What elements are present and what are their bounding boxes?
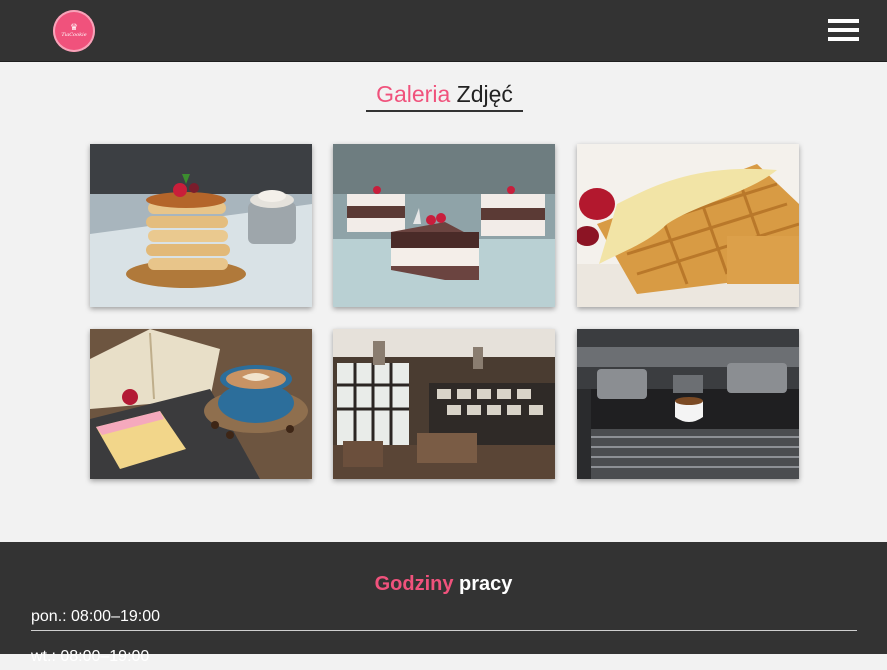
crown-icon: ♛ — [69, 22, 79, 32]
hours-row-monday: pon.: 08:00–19:00 — [31, 608, 857, 631]
gallery-section: Galeria Zdjęć — [0, 62, 887, 542]
gallery-title: Galeria Zdjęć — [366, 79, 523, 112]
logo[interactable]: ♛ TiaCookie — [53, 10, 95, 52]
gallery-image-waffles[interactable] — [577, 144, 799, 307]
gallery-image-cheesecake-coffee[interactable] — [90, 329, 312, 479]
gallery-image-pancakes[interactable] — [90, 144, 312, 307]
top-navbar: ♛ TiaCookie — [0, 0, 887, 62]
hours-row-tuesday: wt.: 08:00–19:00 — [31, 648, 150, 665]
opening-hours-title: Godziny pracy — [0, 573, 887, 596]
opening-hours-footer: Godziny pracy pon.: 08:00–19:00 wt.: 08:… — [0, 542, 887, 665]
logo-text: TiaCookie — [61, 32, 87, 38]
gallery-title-rest: Zdjęć — [456, 81, 513, 107]
hamburger-icon — [828, 28, 859, 32]
gallery-title-accent: Galeria — [376, 81, 451, 107]
hamburger-menu-button[interactable] — [828, 19, 859, 41]
hamburger-icon — [828, 19, 859, 23]
hamburger-icon — [828, 37, 859, 41]
gallery-image-cafe-interior[interactable] — [333, 329, 555, 479]
opening-hours-title-accent: Godziny — [374, 573, 454, 595]
gallery-image-mousse-cakes[interactable] — [333, 144, 555, 307]
opening-hours-title-rest: pracy — [459, 573, 513, 595]
gallery-image-espresso-machine[interactable] — [577, 329, 799, 479]
